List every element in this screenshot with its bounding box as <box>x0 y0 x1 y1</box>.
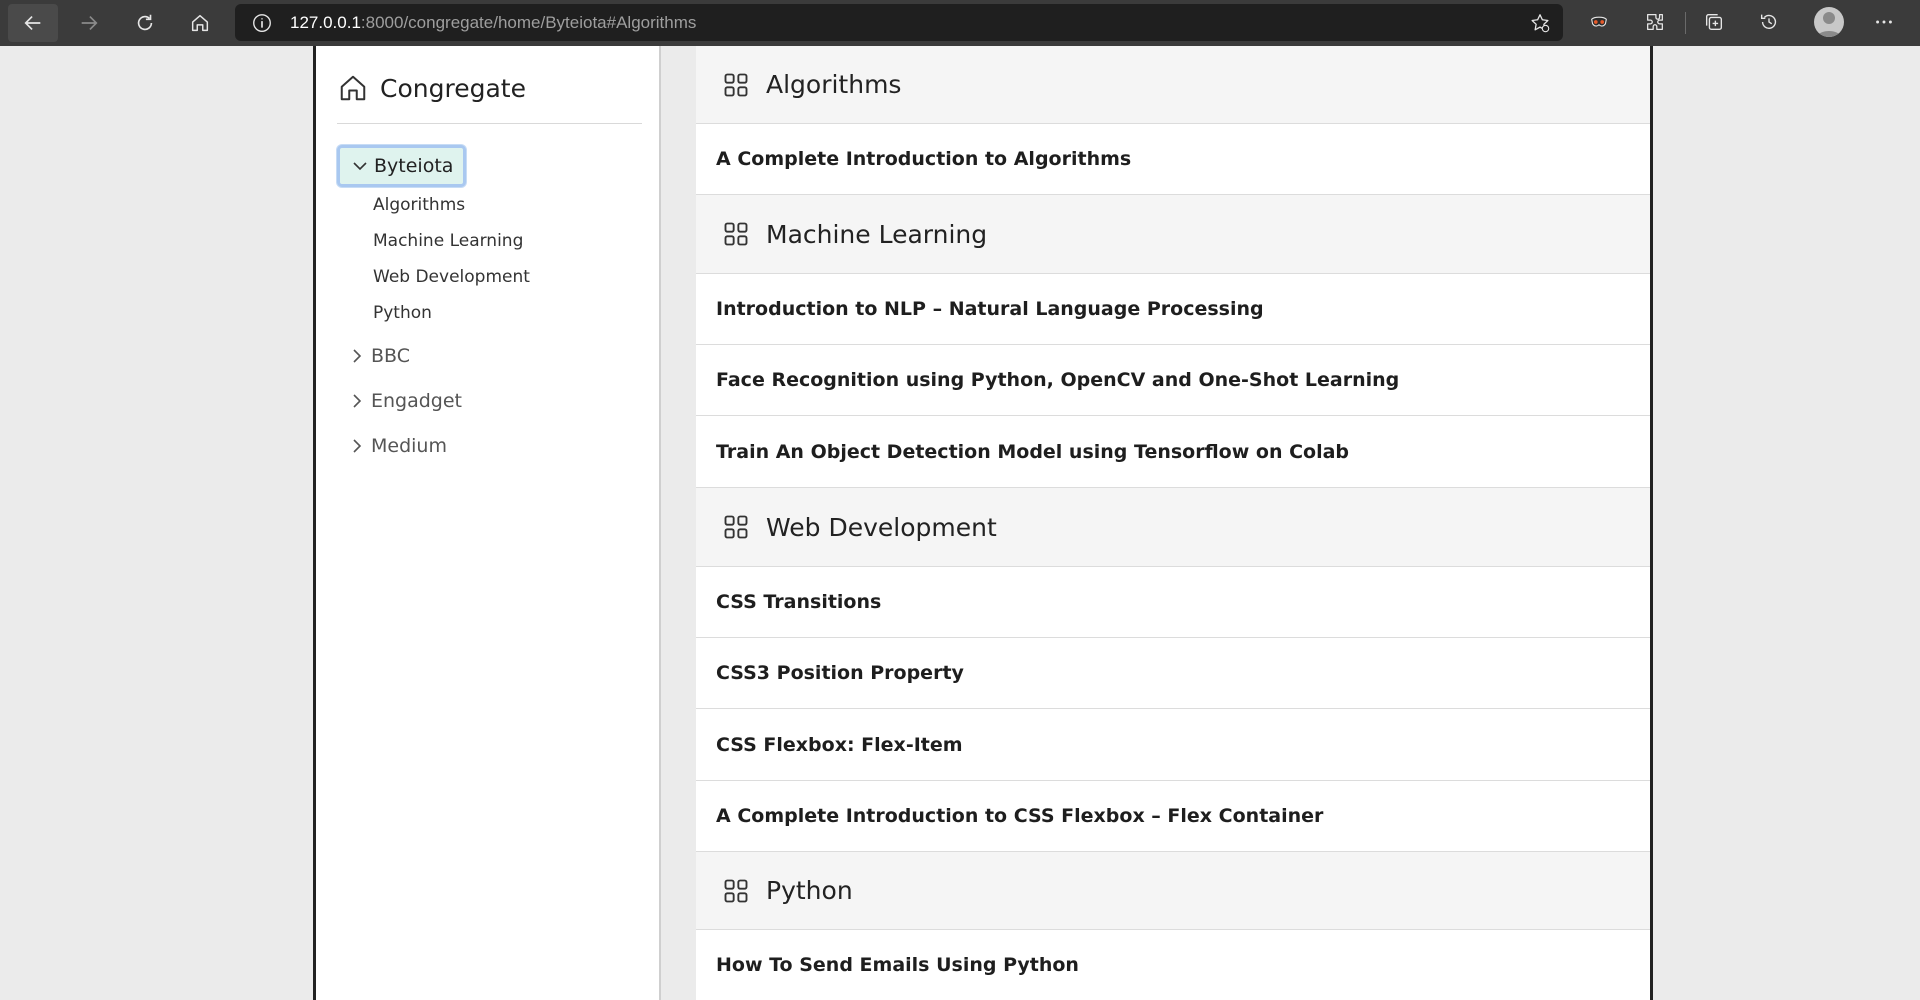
article-link[interactable]: CSS3 Position Property <box>696 638 1650 709</box>
sidebar-group-engadget[interactable]: Engadget <box>337 380 472 422</box>
section-title: Web Development <box>766 512 997 542</box>
article-link[interactable]: Face Recognition using Python, OpenCV an… <box>696 345 1650 416</box>
mask-extension-icon <box>1591 16 1607 27</box>
profile-icon <box>1817 12 1841 37</box>
mask-extension-button[interactable] <box>1585 8 1613 36</box>
section-title: Algorithms <box>766 70 902 99</box>
sidebar-group-medium[interactable]: Medium <box>337 425 457 467</box>
article-link[interactable]: A Complete Introduction to Algorithms <box>696 124 1650 195</box>
section-title: Python <box>766 876 853 905</box>
section-header-machine-learning: Machine Learning <box>696 195 1650 274</box>
article-title: A Complete Introduction to CSS Flexbox –… <box>716 805 1324 827</box>
back-icon <box>24 15 41 31</box>
chevron-right-icon <box>353 439 362 453</box>
toolbar-divider <box>1685 12 1686 34</box>
sidebar: Congregate Byteiota Algorithms Machine L… <box>316 46 661 1000</box>
brand-name: Congregate <box>380 73 526 103</box>
more-button[interactable] <box>1870 8 1898 36</box>
article-link[interactable]: Introduction to NLP – Natural Language P… <box>696 274 1650 345</box>
section-header-python: Python <box>696 852 1650 930</box>
refresh-icon <box>137 14 153 31</box>
address-bar[interactable]: 127.0.0.1:8000/congregate/home/Byteiota#… <box>235 4 1563 41</box>
article-title: CSS Flexbox: Flex-Item <box>716 733 963 756</box>
grid-icon <box>724 73 748 96</box>
sidebar-group-label: Engadget <box>371 390 463 412</box>
more-icon <box>1876 20 1892 24</box>
sidebar-item-python[interactable]: Python <box>373 300 432 326</box>
chevron-down-icon <box>353 162 367 171</box>
url-text[interactable]: 127.0.0.1:8000/congregate/home/Byteiota#… <box>290 4 696 41</box>
sidebar-group-label: BBC <box>371 345 411 367</box>
sidebar-group-byteiota[interactable]: Byteiota <box>337 145 467 187</box>
article-title: CSS3 Position Property <box>716 662 964 684</box>
back-button[interactable] <box>8 4 58 42</box>
info-icon[interactable] <box>251 12 273 34</box>
url-host: 127.0.0.1 <box>290 13 361 32</box>
url-path: :8000/congregate/home/Byteiota#Algorithm… <box>360 13 697 32</box>
feed: Algorithms A Complete Introduction to Al… <box>696 46 1650 1000</box>
collections-button[interactable] <box>1700 8 1728 36</box>
grid-icon <box>724 222 748 246</box>
sidebar-item-algorithms[interactable]: Algorithms <box>373 192 465 218</box>
section-header-algorithms: Algorithms <box>696 46 1650 124</box>
sidebar-group-label: Medium <box>371 435 447 457</box>
forward-button[interactable] <box>64 4 114 42</box>
home-icon <box>191 14 209 32</box>
article-title: How To Send Emails Using Python <box>716 954 1079 976</box>
grid-icon <box>724 879 748 902</box>
article-title: CSS Transitions <box>716 591 882 613</box>
article-link[interactable]: A Complete Introduction to CSS Flexbox –… <box>696 781 1650 852</box>
sidebar-group-label: Byteiota <box>374 155 454 177</box>
app-frame: Congregate Byteiota Algorithms Machine L… <box>313 46 1653 1000</box>
article-title: A Complete Introduction to Algorithms <box>716 148 1132 170</box>
article-link[interactable]: Train An Object Detection Model using Te… <box>696 416 1650 488</box>
collections-icon <box>1705 13 1723 31</box>
section-title: Machine Learning <box>766 219 988 249</box>
refresh-button[interactable] <box>120 4 170 42</box>
history-icon <box>1760 14 1777 29</box>
home-button[interactable] <box>175 4 225 42</box>
article-link[interactable]: CSS Flexbox: Flex-Item <box>696 709 1650 781</box>
chevron-right-icon <box>353 349 362 363</box>
section-header-web-development: Web Development <box>696 488 1650 567</box>
grid-icon <box>724 515 748 539</box>
profile-button[interactable] <box>1814 7 1844 37</box>
favorite-add-icon[interactable] <box>1529 12 1551 34</box>
brand[interactable]: Congregate <box>338 68 526 108</box>
article-link[interactable]: CSS Transitions <box>696 567 1650 638</box>
article-title: Train An Object Detection Model using Te… <box>716 440 1350 463</box>
extensions-button[interactable] <box>1641 8 1669 36</box>
home-icon <box>340 75 366 101</box>
sidebar-group-bbc[interactable]: BBC <box>337 335 420 377</box>
extensions-icon <box>1647 14 1663 30</box>
sidebar-item-web-development[interactable]: Web Development <box>373 264 530 290</box>
article-link[interactable]: How To Send Emails Using Python <box>696 930 1650 1000</box>
sidebar-item-machine-learning[interactable]: Machine Learning <box>373 228 523 254</box>
history-button[interactable] <box>1755 8 1783 36</box>
forward-icon <box>81 15 98 31</box>
article-title: Introduction to NLP – Natural Language P… <box>716 298 1264 320</box>
chevron-right-icon <box>353 394 362 408</box>
browser-toolbar: 127.0.0.1:8000/congregate/home/Byteiota#… <box>0 0 1920 46</box>
page-viewport: Congregate Byteiota Algorithms Machine L… <box>0 46 1920 1000</box>
article-title: Face Recognition using Python, OpenCV an… <box>716 369 1400 391</box>
brand-divider <box>337 123 642 124</box>
